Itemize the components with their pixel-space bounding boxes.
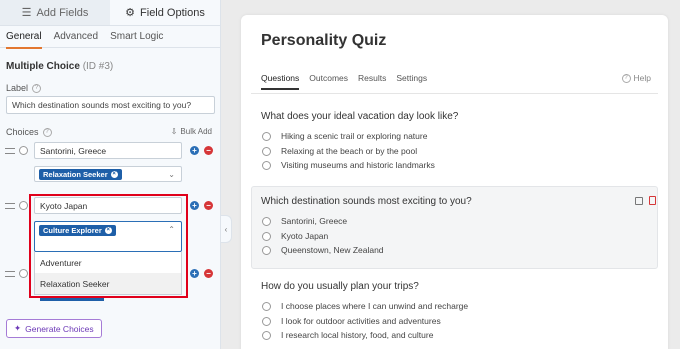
- question-option[interactable]: I look for outdoor activities and advent…: [262, 316, 441, 326]
- help-link[interactable]: ? Help: [621, 73, 651, 83]
- tab-questions[interactable]: Questions: [261, 73, 300, 90]
- help-icon[interactable]: ?: [32, 83, 42, 93]
- remove-choice-icon[interactable]: −: [204, 269, 213, 278]
- default-radio[interactable]: [19, 201, 28, 210]
- add-choice-icon[interactable]: +: [190, 201, 199, 210]
- outcome-select[interactable]: Relaxation Seeker × ⌄: [34, 166, 182, 182]
- duplicate-icon[interactable]: [635, 197, 643, 205]
- chevron-left-icon: ‹: [224, 224, 228, 234]
- radio-button[interactable]: [262, 245, 271, 255]
- panel-tabs: ☰ Add Fields ⚙ Field Options: [0, 0, 220, 26]
- radio-button[interactable]: [262, 131, 271, 141]
- generate-choices-button[interactable]: ✦ Generate Choices: [6, 319, 102, 338]
- trash-icon[interactable]: [649, 196, 656, 205]
- add-choice-icon[interactable]: +: [190, 146, 199, 155]
- radio-button[interactable]: [262, 160, 271, 170]
- radio-button[interactable]: [262, 301, 271, 311]
- field-options-panel: ☰ Add Fields ⚙ Field Options General Adv…: [0, 0, 221, 349]
- question-option[interactable]: Kyoto Japan: [262, 231, 328, 241]
- tab-outcomes[interactable]: Outcomes: [309, 73, 348, 83]
- help-icon: ?: [621, 73, 631, 83]
- collapse-panel-button[interactable]: ‹: [221, 215, 232, 243]
- question-option[interactable]: I research local history, food, and cult…: [262, 330, 433, 340]
- drag-handle-icon[interactable]: [5, 147, 15, 154]
- tab-smart-logic[interactable]: Smart Logic: [110, 26, 163, 48]
- drag-handle-icon[interactable]: [5, 270, 15, 277]
- label-caption: Label ?: [6, 83, 42, 93]
- preview-tabs: Questions Outcomes Results Settings: [261, 73, 427, 90]
- form-preview: Personality Quiz Questions Outcomes Resu…: [241, 15, 668, 349]
- bulk-add-button[interactable]: ⇩ Bulk Add: [171, 127, 212, 136]
- question-title: How do you usually plan your trips?: [261, 281, 419, 292]
- highlight-box: [29, 194, 188, 298]
- question-option[interactable]: I choose places where I can unwind and r…: [262, 301, 468, 311]
- tab-results[interactable]: Results: [358, 73, 386, 83]
- question-option[interactable]: Santorini, Greece: [262, 216, 347, 226]
- remove-choice-icon[interactable]: −: [204, 146, 213, 155]
- question-title: What does your ideal vacation day look l…: [261, 111, 459, 122]
- choice-row: [5, 146, 34, 155]
- question-title: Which destination sounds most exciting t…: [261, 196, 472, 207]
- chevron-down-icon: ⌄: [168, 169, 175, 179]
- sparkle-icon: ✦: [14, 323, 22, 333]
- radio-button[interactable]: [262, 216, 271, 226]
- list-icon: ☰: [21, 7, 32, 19]
- question-option[interactable]: Visiting museums and historic landmarks: [262, 160, 435, 170]
- radio-button[interactable]: [262, 316, 271, 326]
- add-choice-icon[interactable]: +: [190, 269, 199, 278]
- question-option[interactable]: Relaxing at the beach or by the pool: [262, 146, 417, 156]
- bulk-add-icon: ⇩: [170, 127, 178, 136]
- default-radio[interactable]: [19, 269, 28, 278]
- tab-add-fields[interactable]: ☰ Add Fields: [0, 0, 110, 25]
- choice-input[interactable]: Santorini, Greece: [34, 142, 182, 159]
- sliders-icon: ⚙: [125, 7, 136, 19]
- field-section-title: Multiple Choice (ID #3): [6, 61, 114, 72]
- tab-general[interactable]: General: [6, 26, 42, 49]
- sub-tabs: General Advanced Smart Logic: [0, 26, 220, 49]
- field-id: (ID #3): [82, 61, 114, 72]
- remove-tag-icon[interactable]: ×: [110, 170, 118, 178]
- tab-field-options[interactable]: ⚙ Field Options: [110, 0, 220, 25]
- question-option[interactable]: Hiking a scenic trail or exploring natur…: [262, 131, 427, 141]
- outcome-tag: Relaxation Seeker ×: [39, 168, 122, 180]
- question-option[interactable]: Queenstown, New Zealand: [262, 245, 384, 255]
- default-radio[interactable]: [19, 146, 28, 155]
- radio-button[interactable]: [262, 330, 271, 340]
- divider: [251, 93, 658, 94]
- tab-advanced[interactable]: Advanced: [54, 26, 98, 48]
- label-input[interactable]: Which destination sounds most exciting t…: [6, 96, 215, 114]
- tab-settings[interactable]: Settings: [396, 73, 427, 83]
- remove-choice-icon[interactable]: −: [204, 201, 213, 210]
- choices-caption: Choices ?: [6, 127, 52, 137]
- drag-handle-icon[interactable]: [5, 202, 15, 209]
- radio-button[interactable]: [262, 231, 271, 241]
- help-icon[interactable]: ?: [42, 127, 52, 137]
- page-title: Personality Quiz: [261, 32, 387, 49]
- radio-button[interactable]: [262, 146, 271, 156]
